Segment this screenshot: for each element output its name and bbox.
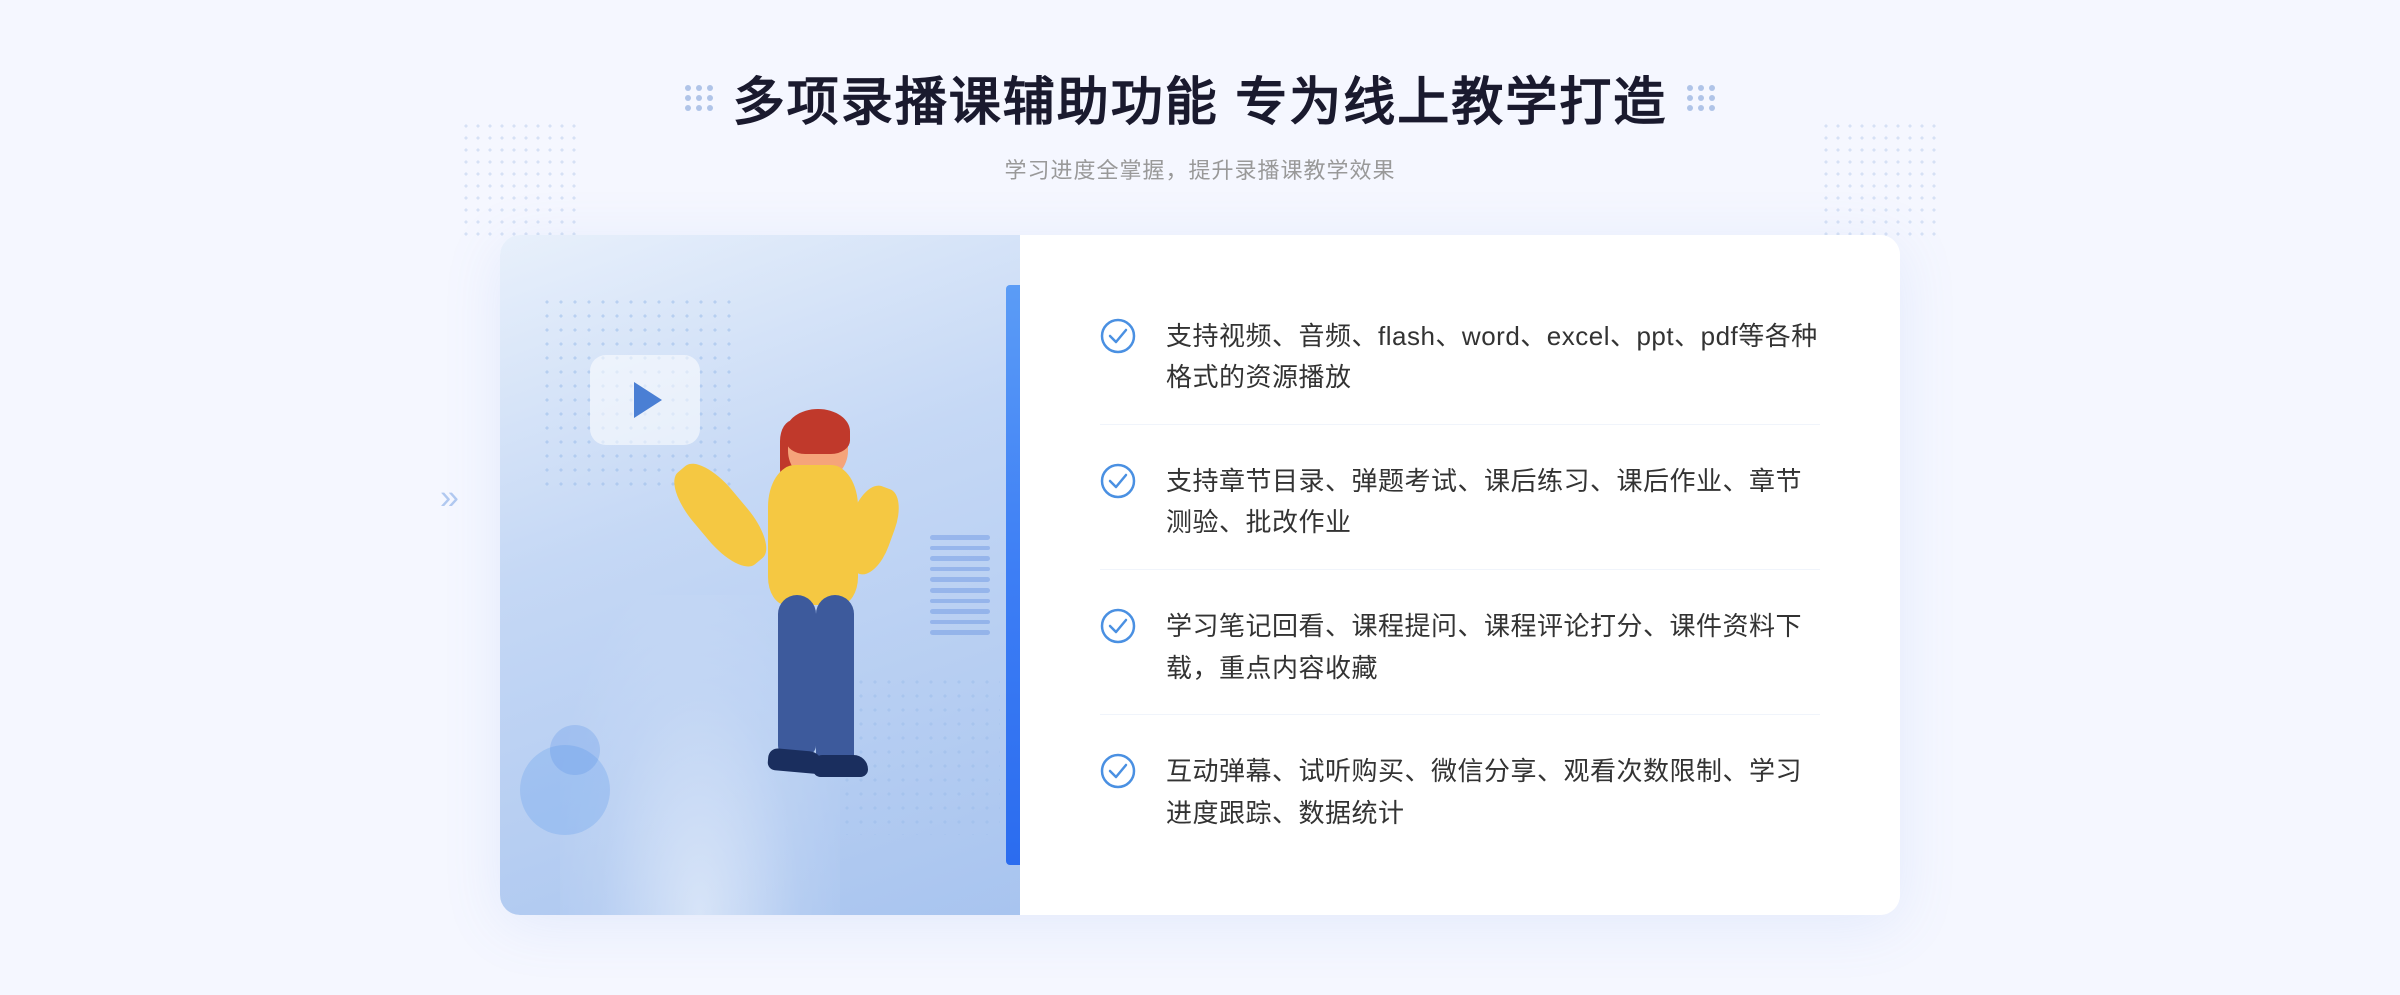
deco-circle-small [550, 725, 600, 775]
title-row: 多项录播课辅助功能 专为线上教学打造 [685, 60, 1715, 135]
check-circle-icon-2 [1100, 463, 1136, 499]
illustration-panel [500, 235, 1020, 915]
deco-stripes [930, 535, 990, 635]
check-circle-icon-3 [1100, 608, 1136, 644]
page-title: 多项录播课辅助功能 专为线上教学打造 [733, 60, 1667, 135]
page-subtitle: 学习进度全掌握，提升录播课教学效果 [1004, 153, 1395, 185]
feature-item-4: 互动弹幕、试听购买、微信分享、观看次数限制、学习进度跟踪、数据统计 [1100, 726, 1820, 859]
feature-item-2: 支持章节目录、弹题考试、课后练习、课后作业、章节测验、批改作业 [1100, 436, 1820, 570]
title-dots-left [685, 85, 713, 111]
feature-text-3: 学习笔记回看、课程提问、课程评论打分、课件资料下载，重点内容收藏 [1166, 606, 1820, 689]
person-arm-left [663, 453, 778, 577]
person-leg-right [816, 595, 854, 765]
person-leg-left [778, 595, 816, 755]
header-section: 多项录播课辅助功能 专为线上教学打造 学习进度全掌握，提升录播课教学效果 [0, 60, 2400, 185]
feature-item-3: 学习笔记回看、课程提问、课程评论打分、课件资料下载，重点内容收藏 [1100, 581, 1820, 715]
check-circle-icon-1 [1100, 318, 1136, 354]
feature-text-1: 支持视频、音频、flash、word、excel、ppt、pdf等各种格式的资源… [1166, 316, 1820, 399]
person-shoe-right [813, 755, 868, 777]
check-circle-icon-4 [1100, 753, 1136, 789]
features-panel: 支持视频、音频、flash、word、excel、ppt、pdf等各种格式的资源… [1020, 235, 1900, 915]
title-dots-right [1687, 85, 1715, 111]
page-wrapper: 多项录播课辅助功能 专为线上教学打造 学习进度全掌握，提升录播课教学效果 [0, 0, 2400, 995]
feature-text-4: 互动弹幕、试听购买、微信分享、观看次数限制、学习进度跟踪、数据统计 [1166, 751, 1820, 834]
person-hair [786, 409, 850, 454]
accent-bar [1006, 285, 1020, 865]
main-content-card: 支持视频、音频、flash、word、excel、ppt、pdf等各种格式的资源… [500, 235, 1900, 915]
page-chevron-decoration: » [440, 478, 459, 517]
feature-text-2: 支持章节目录、弹题考试、课后练习、课后作业、章节测验、批改作业 [1166, 461, 1820, 544]
person-illustration [648, 395, 928, 915]
feature-item-1: 支持视频、音频、flash、word、excel、ppt、pdf等各种格式的资源… [1100, 291, 1820, 425]
